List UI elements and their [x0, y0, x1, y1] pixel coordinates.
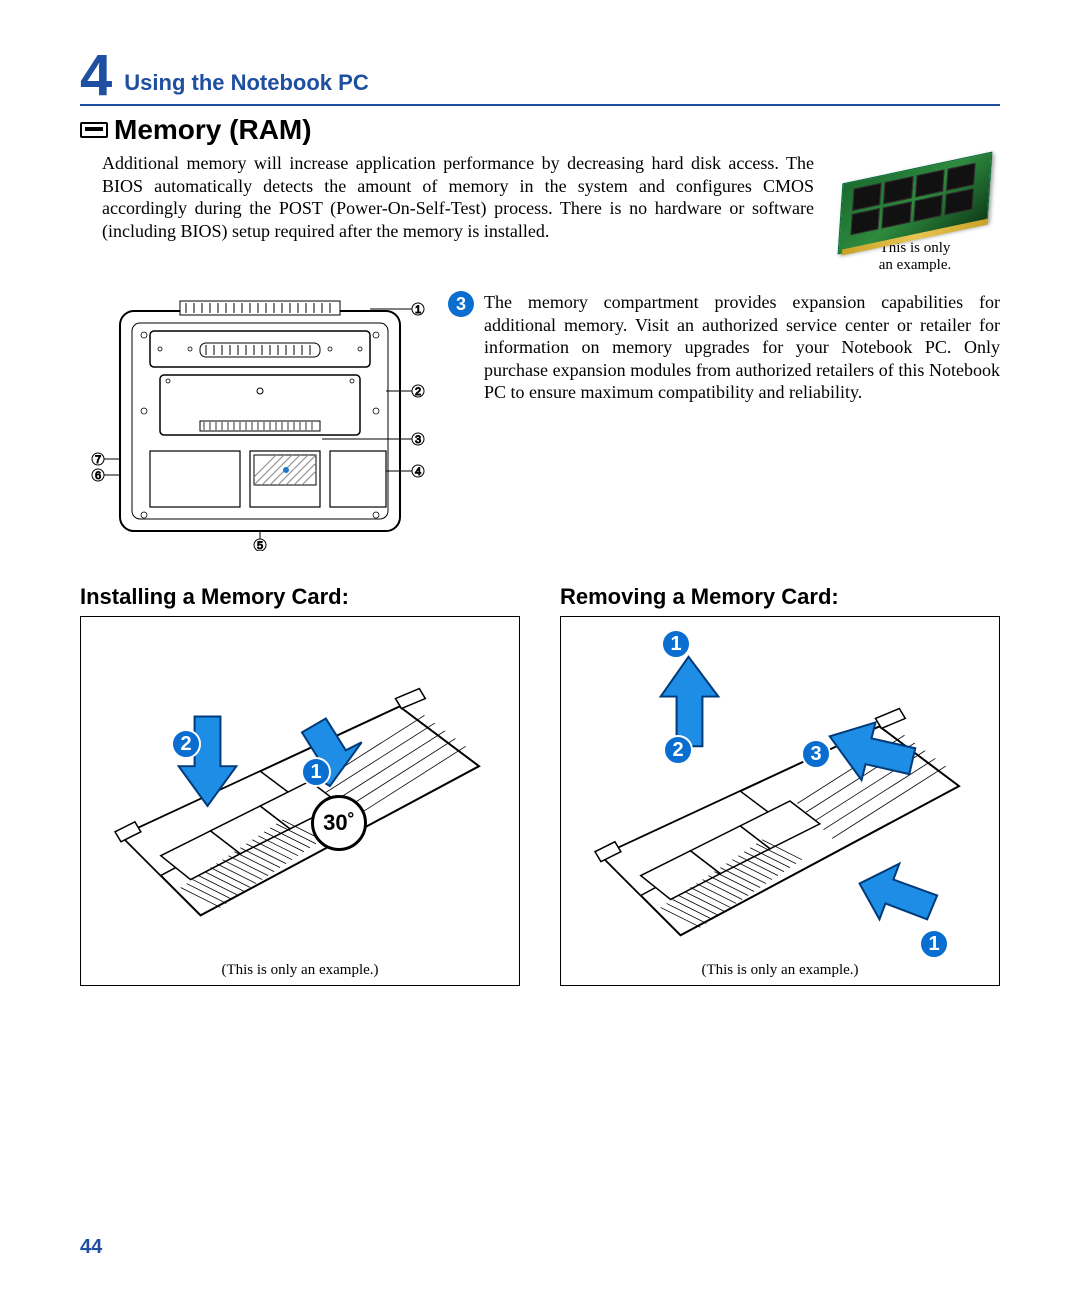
svg-text:7: 7 — [95, 454, 101, 466]
chapter-header: 4 Using the Notebook PC — [80, 50, 1000, 106]
remove-badge-2: 2 — [663, 735, 693, 765]
ram-module-image — [830, 152, 1000, 238]
install-badge-2: 2 — [171, 729, 201, 759]
memory-icon — [80, 122, 108, 138]
page-number: 44 — [80, 1236, 102, 1259]
callout-badge-3: 3 — [448, 291, 474, 317]
chapter-title: Using the Notebook PC — [124, 70, 368, 102]
svg-text:2: 2 — [415, 386, 421, 398]
install-badge-1: 1 — [301, 757, 331, 787]
svg-text:1: 1 — [415, 304, 421, 316]
remove-badge-1-top: 1 — [661, 629, 691, 659]
install-figure: 2 1 30˚ (This is only an example.) — [80, 616, 520, 986]
install-caption: (This is only an example.) — [81, 962, 519, 979]
intro-text: Additional memory will increase applicat… — [80, 152, 814, 242]
install-remove-row: Installing a Memory Card: — [80, 584, 1000, 986]
svg-text:6: 6 — [95, 470, 101, 482]
intro-block: Additional memory will increase applicat… — [80, 152, 1000, 273]
install-angle-badge: 30˚ — [311, 795, 367, 851]
remove-figure: 1 2 3 1 (This is only an example.) — [560, 616, 1000, 986]
mid-text: The memory compartment provides expansio… — [484, 291, 1000, 404]
remove-title: Removing a Memory Card: — [560, 584, 1000, 610]
section-title: Memory (RAM) — [114, 114, 312, 146]
install-title: Installing a Memory Card: — [80, 584, 520, 610]
remove-badge-3: 3 — [801, 739, 831, 769]
svg-text:4: 4 — [415, 466, 421, 478]
install-column: Installing a Memory Card: — [80, 584, 520, 986]
svg-text:3: 3 — [415, 434, 421, 446]
remove-badge-1-bottom: 1 — [919, 929, 949, 959]
chapter-number: 4 — [80, 50, 112, 102]
laptop-bottom-diagram: 1 2 3 4 5 6 7 — [90, 291, 430, 556]
ram-photo-wrap: This is only an example. — [830, 152, 1000, 273]
svg-text:5: 5 — [257, 540, 263, 551]
remove-caption: (This is only an example.) — [561, 962, 999, 979]
mid-row: 1 2 3 4 5 6 7 3 The memory compartment p… — [80, 291, 1000, 556]
ram-caption-line2: an example. — [879, 257, 951, 273]
mid-text-block: 3 The memory compartment provides expans… — [448, 291, 1000, 404]
section-heading: Memory (RAM) — [80, 114, 1000, 146]
remove-column: Removing a Memory Card: — [560, 584, 1000, 986]
